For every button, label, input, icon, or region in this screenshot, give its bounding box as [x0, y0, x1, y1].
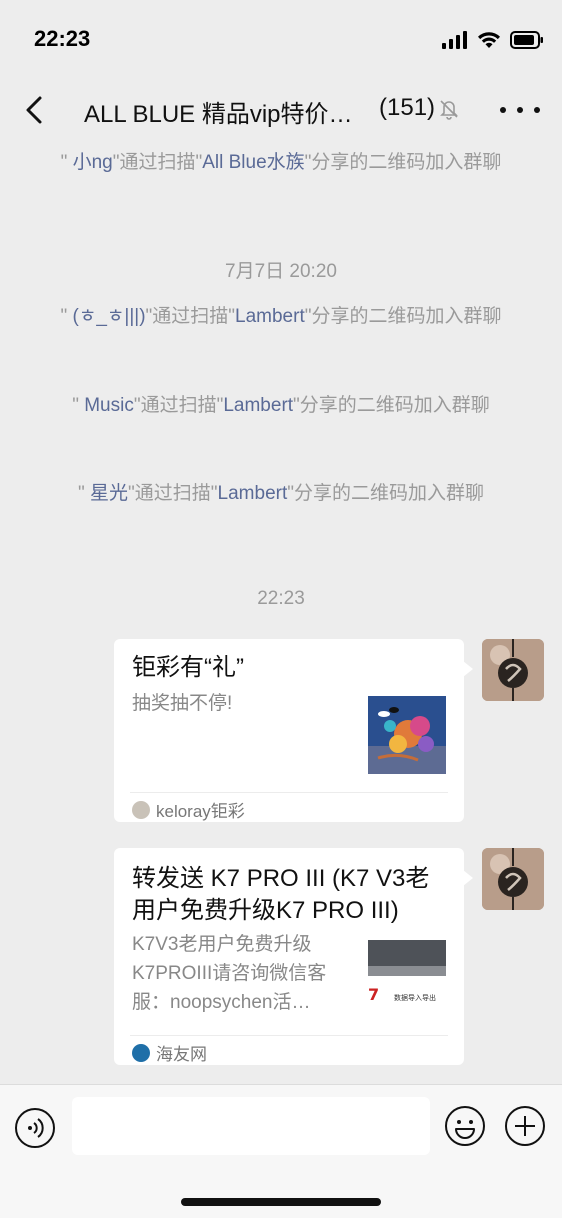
product-thumbnail-image: 7 数据导入导出: [368, 936, 446, 1014]
status-time: 22:23: [34, 26, 91, 51]
timestamp: 7月7日 20:20: [225, 261, 337, 282]
emoji-icon[interactable]: [444, 1105, 486, 1147]
system-message-join: " 小ng"通过扫描"All Blue水族"分享的二维码加入群聊: [60, 152, 502, 173]
chat-header: ALL BLUE 精品vip特价… (151): [0, 80, 562, 140]
status-bar: 22:23: [0, 0, 562, 80]
card-source: keloray钜彩: [132, 797, 245, 822]
wifi-icon: [478, 32, 500, 48]
dot-icon: [517, 107, 523, 113]
user-avatar[interactable]: [482, 848, 544, 910]
user-avatar[interactable]: [482, 639, 544, 701]
signal-icon: [442, 31, 467, 49]
system-message-join: " Music"通过扫描"Lambert"分享的二维码加入群聊: [72, 395, 490, 416]
chat-title: ALL BLUE 精品vip特价…: [84, 101, 353, 128]
mute-bell-icon: [440, 100, 458, 120]
shared-link-card[interactable]: 转发送 K7 PRO III (K7 V3老 用户免费升级K7 PRO III)…: [114, 848, 473, 1065]
sharer-name-link[interactable]: Lambert: [218, 483, 288, 504]
back-chevron-icon[interactable]: [18, 92, 54, 128]
card-description: 抽奖抽不停!: [132, 693, 233, 714]
card-title: 用户免费升级K7 PRO III): [132, 897, 399, 924]
card-divider: [130, 792, 448, 793]
more-options-button[interactable]: [500, 98, 540, 122]
member-count: (151): [379, 94, 436, 121]
sharer-name-link[interactable]: All Blue水族: [202, 152, 304, 173]
dot-icon: [500, 107, 506, 113]
card-description: 服：noopsychen活…: [132, 992, 311, 1013]
timestamp: 22:23: [257, 588, 305, 609]
plus-icon[interactable]: [504, 1105, 546, 1147]
source-avatar-icon: [132, 800, 150, 819]
message-text-input[interactable]: [72, 1097, 430, 1155]
member-name-link[interactable]: (ㅎ_ㅎ|||): [73, 306, 146, 327]
system-message-join: " 星光"通过扫描"Lambert"分享的二维码加入群聊: [78, 483, 484, 504]
home-indicator: [181, 1198, 381, 1206]
card-description: K7PROIII请咨询微信客: [132, 963, 327, 984]
card-title: 钜彩有“礼”: [132, 654, 244, 681]
dot-icon: [534, 107, 540, 113]
card-description: K7V3老用户免费升级: [132, 934, 312, 955]
card-divider: [130, 1035, 448, 1036]
aquarium-thumbnail-image: [368, 696, 446, 774]
source-name: keloray钜彩: [156, 802, 245, 821]
svg-text:7: 7: [368, 985, 379, 1004]
card-source: 海友网: [132, 1040, 207, 1065]
member-name-link[interactable]: 星光: [90, 483, 128, 504]
status-icons: [442, 30, 544, 50]
system-message-join: " (ㅎ_ㅎ|||)"通过扫描"Lambert"分享的二维码加入群聊: [60, 306, 502, 327]
member-name-link[interactable]: 小ng: [73, 152, 113, 173]
sharer-name-link[interactable]: Lambert: [223, 395, 293, 416]
card-title: 转发送 K7 PRO III (K7 V3老: [132, 865, 430, 892]
battery-icon: [510, 31, 543, 49]
svg-text:数据导入导出: 数据导入导出: [394, 993, 436, 1002]
source-logo-icon: [132, 1043, 150, 1062]
source-name: 海友网: [156, 1045, 207, 1064]
member-name-link[interactable]: Music: [84, 395, 134, 416]
sharer-name-link[interactable]: Lambert: [235, 306, 305, 327]
shared-link-card[interactable]: 钜彩有“礼” 抽奖抽不停! keloray钜彩: [114, 639, 473, 822]
voice-input-icon[interactable]: [14, 1107, 56, 1149]
